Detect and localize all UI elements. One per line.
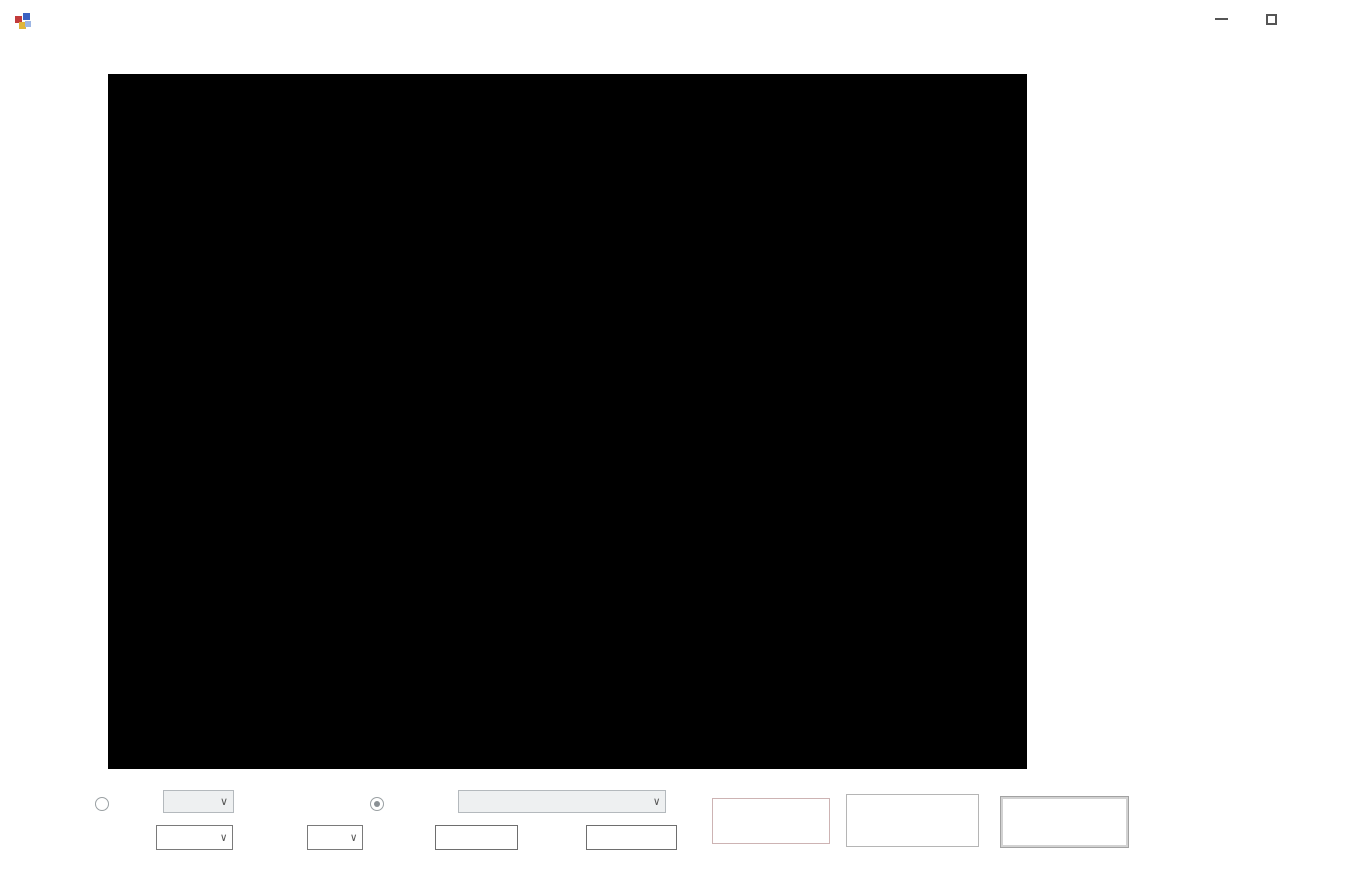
minimize-button[interactable] <box>1202 4 1240 34</box>
start-freq-input[interactable] <box>435 825 518 850</box>
app-icon <box>14 12 31 29</box>
close-button[interactable] <box>1306 4 1344 34</box>
title-bar <box>0 0 1354 40</box>
chevron-down-icon: ∨ <box>219 796 228 808</box>
maximize-button[interactable] <box>1252 4 1290 34</box>
sweep-points-combo[interactable]: ∨ <box>307 825 363 850</box>
clear-button[interactable] <box>1000 796 1129 848</box>
chevron-down-icon: ∨ <box>220 831 227 844</box>
serial-port-combo[interactable]: ∨ <box>163 790 234 813</box>
chart-stage <box>108 74 1027 769</box>
minimize-icon <box>1214 18 1228 20</box>
usbtmc-address-combo[interactable]: ∨ <box>458 790 666 813</box>
chevron-down-icon: ∨ <box>653 795 660 808</box>
start-scan-button[interactable] <box>846 794 979 847</box>
results-panel <box>1057 84 1349 804</box>
maximize-icon <box>1265 13 1277 25</box>
serial-radio[interactable] <box>95 797 109 811</box>
menubar <box>0 40 1354 74</box>
stop-freq-input[interactable] <box>586 825 677 850</box>
usbtmc-radio[interactable] <box>370 797 384 811</box>
app-window: ∨ ∨ ∨ ∨ <box>0 0 1354 881</box>
coord-system-combo[interactable]: ∨ <box>156 825 233 850</box>
chevron-down-icon: ∨ <box>350 831 357 844</box>
apply-settings-button[interactable] <box>712 798 830 844</box>
